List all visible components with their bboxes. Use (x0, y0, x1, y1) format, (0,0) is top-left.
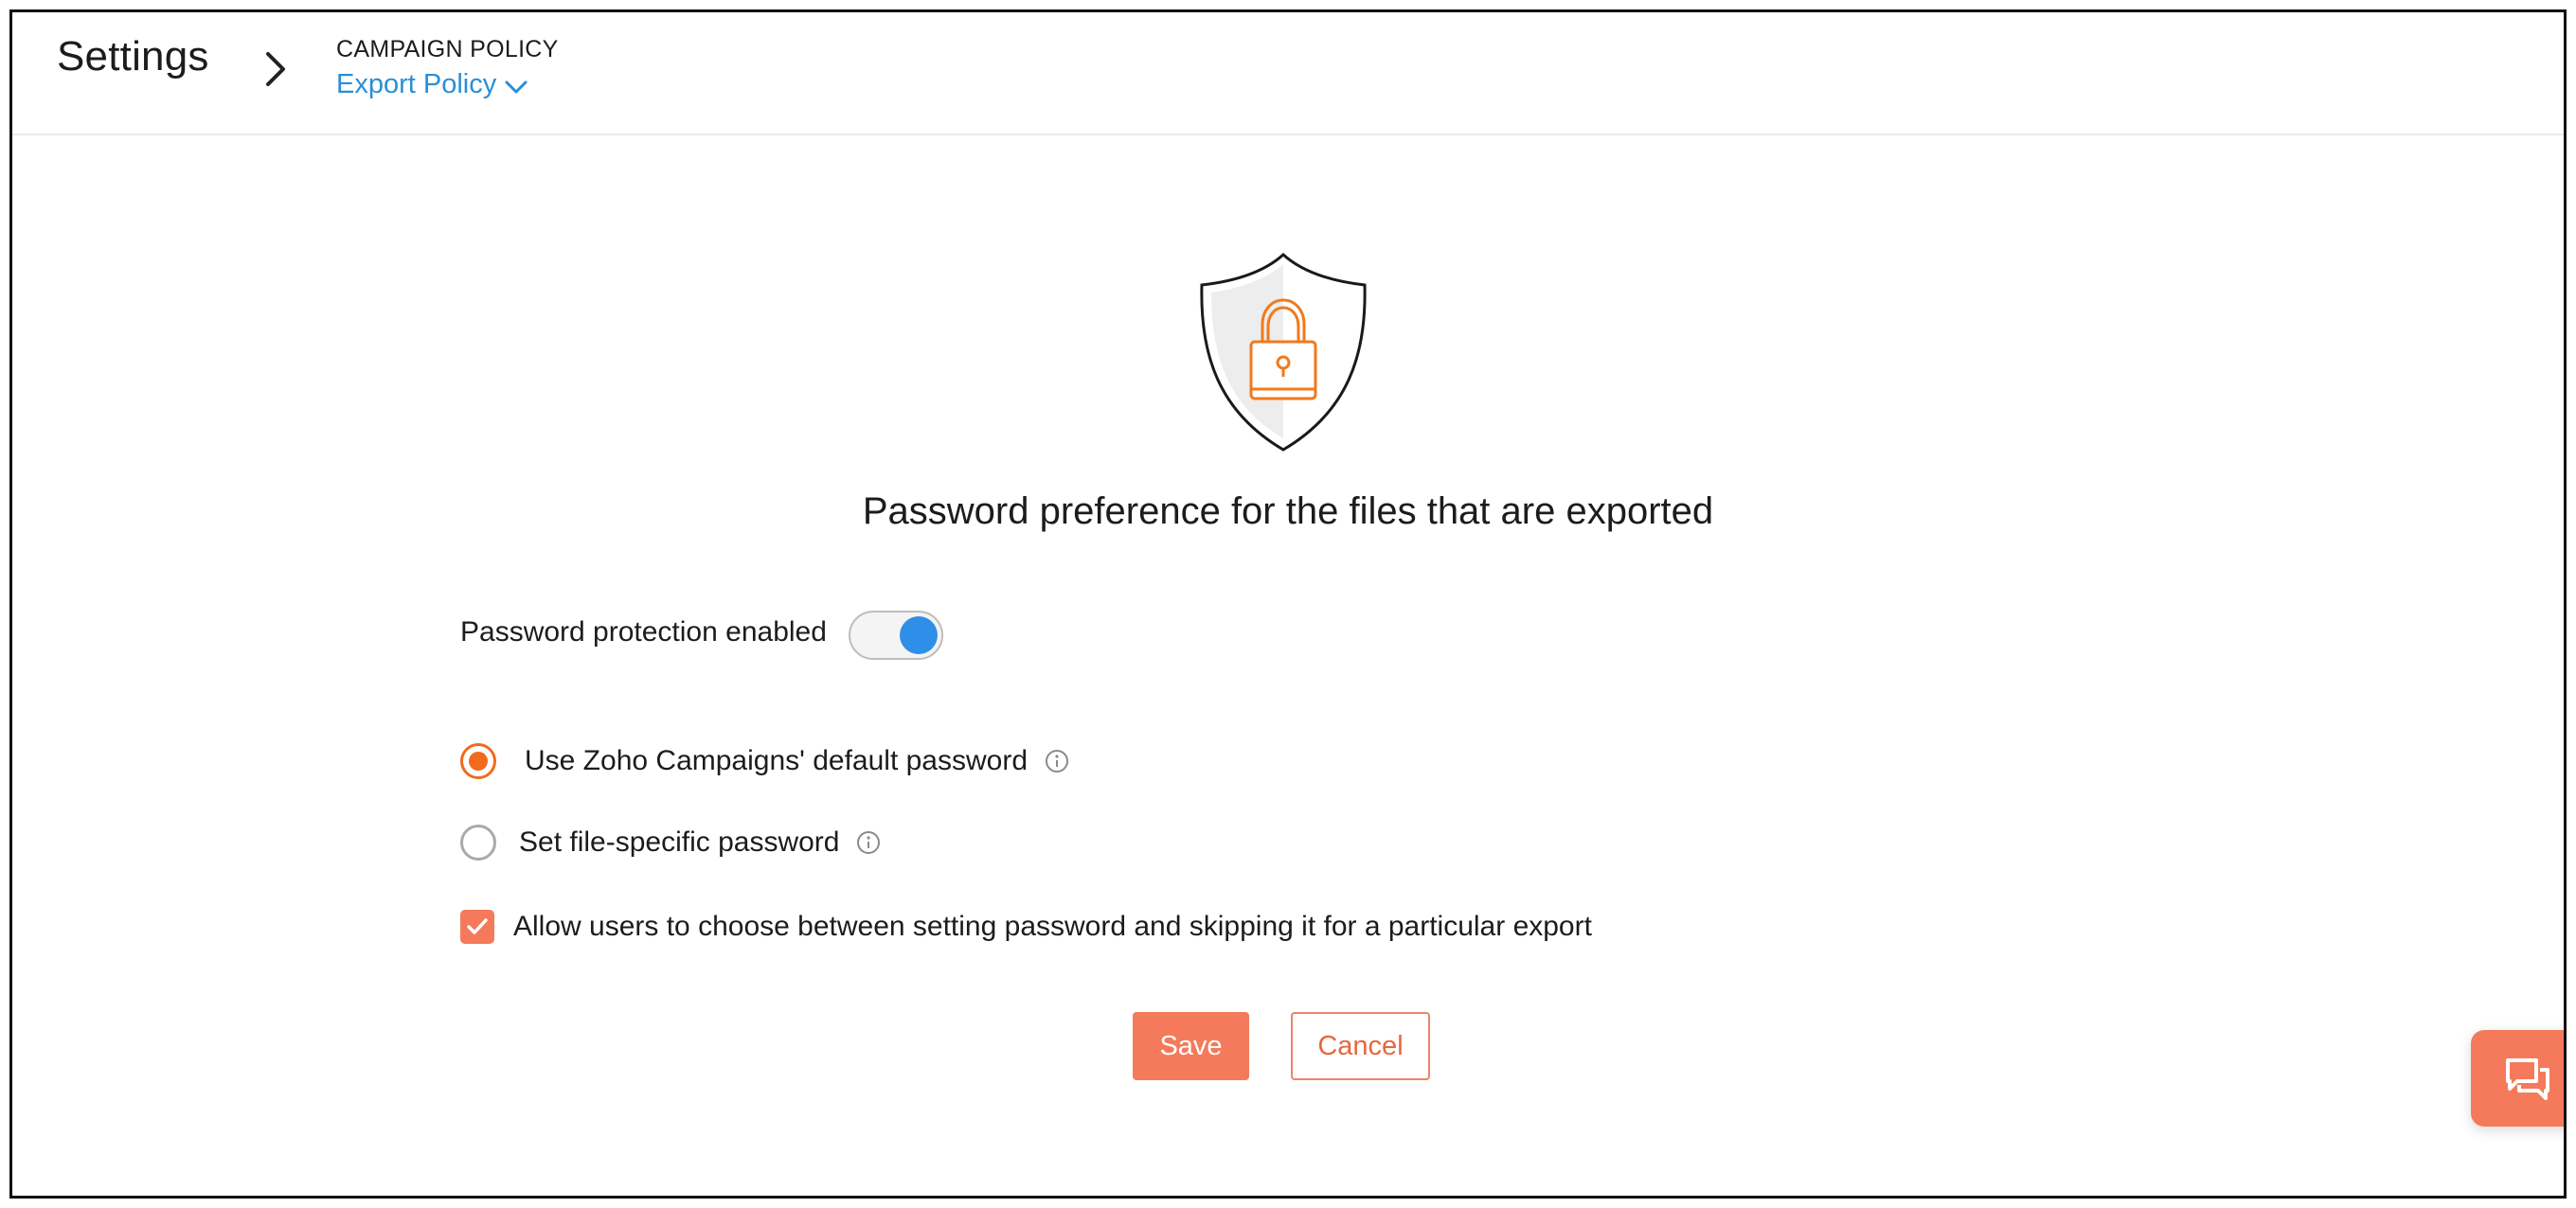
option-label: Set file-specific password (519, 826, 840, 858)
toggle-knob (900, 616, 938, 654)
option-label: Use Zoho Campaigns' default password (525, 745, 1029, 776)
chat-button[interactable] (2471, 1030, 2564, 1127)
save-button[interactable]: Save (1133, 1012, 1249, 1080)
option-file-specific-password: Set file-specific password (460, 825, 881, 861)
shield-lock-icon (1200, 252, 1367, 452)
info-icon[interactable] (1045, 749, 1069, 773)
chat-icon (2506, 1058, 2549, 1100)
page-title: Settings (57, 33, 209, 80)
app-window: Settings CAMPAIGN POLICY Export Policy P… (9, 9, 2567, 1199)
breadcrumb-parent: CAMPAIGN POLICY (336, 36, 559, 62)
checkmark-icon (467, 918, 488, 934)
option-default-password: Use Zoho Campaigns' default password (460, 743, 1069, 779)
checkbox-label: Allow users to choose between setting pa… (513, 911, 1592, 942)
allow-skip-row: Allow users to choose between setting pa… (460, 910, 1592, 944)
breadcrumb-current: Export Policy (336, 69, 497, 99)
radio-file-specific-password[interactable] (460, 825, 496, 861)
toggle-label: Password protection enabled (460, 616, 827, 648)
chevron-down-icon (505, 80, 528, 93)
section-heading: Password preference for the files that a… (862, 490, 1714, 532)
password-protection-row: Password protection enabled (460, 611, 943, 660)
cancel-button[interactable]: Cancel (1291, 1012, 1430, 1080)
allow-skip-checkbox[interactable] (460, 910, 494, 944)
radio-default-password[interactable] (460, 743, 496, 779)
password-protection-toggle[interactable] (849, 611, 943, 660)
policy-dropdown[interactable]: Export Policy (336, 69, 528, 100)
info-icon[interactable] (856, 830, 881, 855)
header-bar: Settings CAMPAIGN POLICY Export Policy (12, 12, 2564, 135)
chevron-right-icon (266, 52, 285, 86)
